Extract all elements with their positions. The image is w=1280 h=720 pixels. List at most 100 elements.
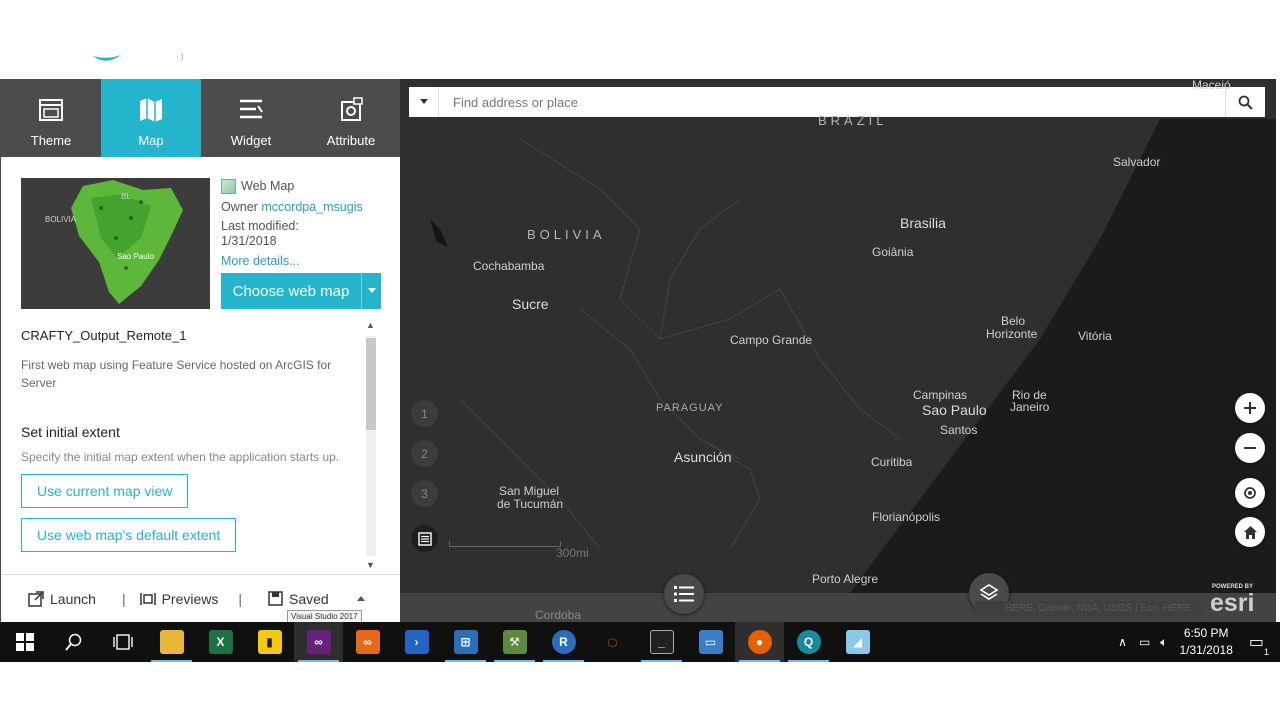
country-label: BOLIVIA [527, 227, 606, 242]
scroll-thumb[interactable] [366, 338, 376, 430]
taskbar-file-explorer[interactable] [147, 622, 196, 662]
volume-icon[interactable]: 🔈︎ [1160, 635, 1167, 650]
step-marker-2[interactable]: 2 [411, 440, 438, 467]
use-default-extent-button[interactable]: Use web map's default extent [21, 518, 237, 552]
place-label: Campo Grande [730, 333, 813, 347]
home-icon [1243, 525, 1257, 539]
map-title: CRAFTY_Output_Remote_1 [21, 328, 187, 343]
extent-section-title: Set initial extent [21, 424, 120, 440]
previews-button[interactable]: Previews [139, 590, 219, 607]
map-view[interactable]: Maceió BRAZIL Salvador BOLIVIA Brasilia … [400, 79, 1276, 622]
place-label: Curitiba [871, 455, 913, 469]
country-label: BRAZIL [818, 113, 888, 128]
taskbar-powerbi[interactable]: ▮ [245, 622, 294, 662]
webmap-owner: Owner mccordpa_msugis [221, 198, 391, 216]
tab-label: Map [138, 133, 164, 148]
scroll-down-icon[interactable]: ▼ [366, 560, 375, 570]
clock-time: 6:50 PM [1183, 626, 1229, 640]
more-details-link[interactable]: More details... [221, 252, 391, 270]
choose-web-map-button[interactable]: Choose web map [221, 273, 381, 309]
clock-date: 1/31/2018 [1179, 643, 1233, 657]
zoom-in-button[interactable] [1235, 393, 1265, 423]
taskbar-search-app[interactable]: Q [784, 622, 833, 662]
previews-label: Previews [161, 590, 219, 607]
search-icon [64, 633, 81, 651]
tab-theme[interactable]: Theme [1, 79, 101, 157]
list-toggle-button[interactable] [664, 574, 704, 614]
taskbar-remote-desktop[interactable]: ▭ [686, 622, 735, 662]
modified-date: 1/31/2018 [221, 234, 277, 248]
place-label: Asunción [674, 449, 732, 465]
map-description: First web map using Feature Service host… [21, 358, 332, 390]
zoom-out-button[interactable] [1235, 433, 1265, 463]
powershell-icon: › [404, 630, 429, 654]
taskbar-arcgis-pro[interactable]: ◢ [833, 622, 882, 662]
start-button[interactable] [0, 622, 49, 662]
taskbar-network-tool[interactable]: ⊞ [441, 622, 490, 662]
owner-link[interactable]: mccordpa_msugis [261, 200, 362, 214]
step-marker-1[interactable]: 1 [411, 400, 438, 427]
notification-count: 1 [1263, 647, 1269, 657]
saved-button[interactable]: Saved [268, 591, 329, 607]
launch-label: Launch [50, 590, 96, 607]
webmap-type-label: Web Map [241, 179, 295, 193]
layers-icon [979, 584, 999, 600]
home-button[interactable] [1235, 517, 1265, 547]
locate-icon [1244, 487, 1256, 499]
place-label: Sao Paulo [922, 402, 987, 418]
search-button[interactable] [1225, 87, 1265, 117]
chevron-up-icon[interactable]: ∧ [1118, 635, 1127, 649]
task-view-button[interactable] [98, 622, 147, 662]
taskbar-r[interactable]: R [539, 622, 588, 662]
windows-taskbar: X ▮ ∞ ∞ › ⊞ ⚒ R ◌ _ ▭ ● Q ◢ ∧ ▭ 🔈︎ 6:50 … [0, 622, 1280, 662]
terminal-icon: _ [649, 630, 674, 654]
scroll-up-icon[interactable]: ▲ [366, 320, 375, 330]
taskbar-excel[interactable]: X [196, 622, 245, 662]
place-label: Sucre [512, 296, 549, 312]
tab-map[interactable]: Map [101, 79, 201, 157]
taskbar-powershell[interactable]: › [392, 622, 441, 662]
thumb-label-bl: BL [121, 192, 131, 201]
scale-label: 300mi [556, 546, 589, 560]
visual-studio-icon: ∞ [306, 630, 331, 654]
place-label: Salvador [1113, 155, 1161, 169]
toolbox-icon: ⚒ [502, 630, 527, 654]
taskbar-firefox[interactable]: ● [735, 622, 784, 662]
firefox-icon: ● [747, 630, 772, 654]
chevron-up-icon[interactable] [356, 595, 365, 602]
webmap-thumbnail: BOLIVIA BL Sao Paulo [21, 178, 210, 309]
choose-web-map-label: Choose web map [221, 273, 362, 309]
jupyter-icon: ◌ [607, 631, 618, 652]
notification-center-button[interactable]: ▭ 1 [1249, 632, 1269, 657]
taskbar-terminal[interactable]: _ [637, 622, 686, 662]
taskbar-jupyter[interactable]: ◌ [588, 622, 637, 662]
logo-text-fragment: · ) [176, 52, 184, 61]
search-icon [1238, 95, 1253, 110]
settings-scrollbar[interactable]: ▲ ▼ [364, 320, 378, 572]
taskbar-clock[interactable]: 6:50 PM 1/31/2018 [1179, 625, 1232, 659]
locate-button[interactable] [1235, 478, 1265, 508]
r-icon: R [551, 630, 576, 654]
launch-button[interactable]: Launch [28, 591, 96, 607]
search-source-dropdown[interactable] [409, 87, 439, 117]
use-current-map-view-button[interactable]: Use current map view [21, 474, 189, 508]
place-label: Horizonte [986, 327, 1038, 341]
search-taskbar-button[interactable] [49, 622, 98, 662]
tab-widget[interactable]: Widget [201, 79, 301, 157]
search-input[interactable] [439, 88, 1225, 116]
taskbar-visual-studio-alt[interactable]: ∞ [343, 622, 392, 662]
tab-label: Widget [230, 133, 272, 148]
legend-toggle-button[interactable] [411, 525, 438, 552]
tab-attribute[interactable]: Attribute [301, 79, 401, 157]
place-label: de Tucumán [497, 497, 564, 511]
step-marker-3[interactable]: 3 [411, 480, 438, 507]
chevron-down-icon[interactable] [362, 273, 381, 309]
taskbar-arcgis-tool[interactable]: ⚒ [490, 622, 539, 662]
place-label: Cordoba [535, 608, 582, 622]
footer-separator: | [238, 590, 243, 607]
network-tray-icon[interactable]: ▭ [1139, 635, 1150, 649]
save-icon [268, 591, 283, 606]
windows-icon [15, 633, 34, 651]
taskbar-visual-studio[interactable]: ∞ [294, 622, 343, 662]
thumb-label-sao-paulo: Sao Paulo [117, 252, 154, 261]
